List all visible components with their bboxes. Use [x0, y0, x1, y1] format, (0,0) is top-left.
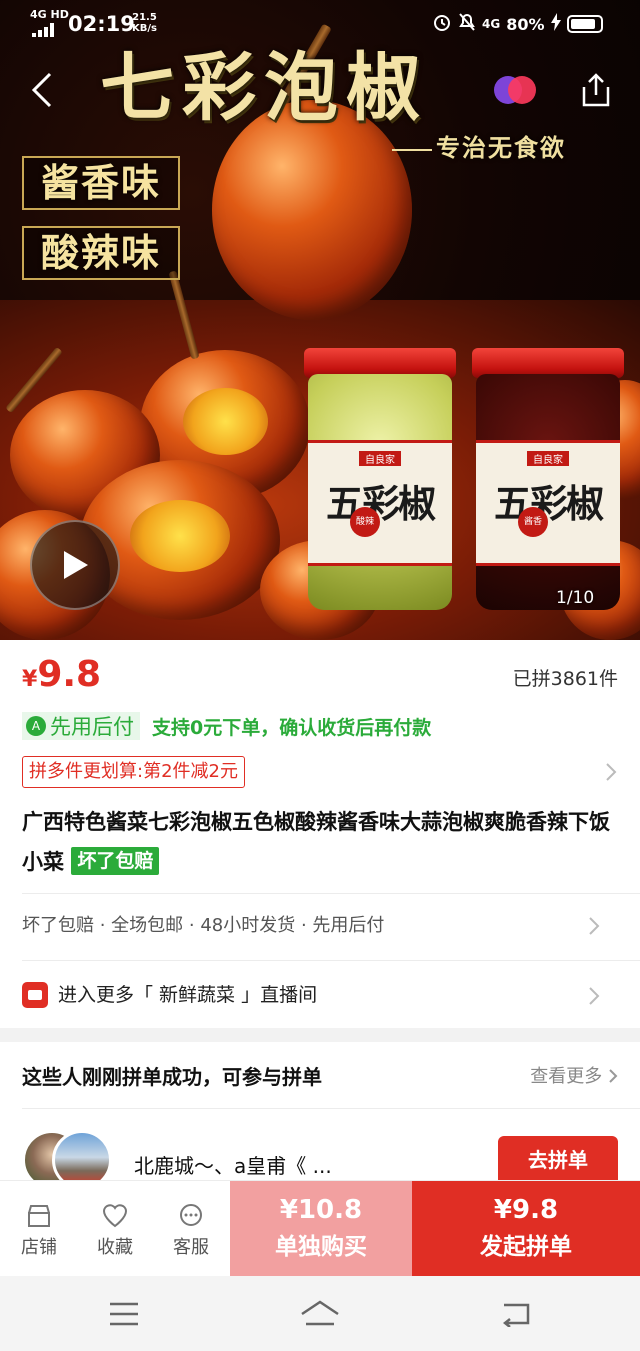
live-room-row[interactable]: 进入更多「 新鲜蔬菜 」直播间 — [22, 980, 618, 1010]
pay-later-label: 先用后付 — [50, 715, 134, 739]
shop-label: 店铺 — [21, 1237, 57, 1258]
favorite-label: 收藏 — [97, 1237, 133, 1258]
buy-alone-label: 单独购买 — [275, 1234, 367, 1260]
price-row: ¥9.8 已拼3861件 — [22, 654, 618, 698]
jar-flavor-stamp: 酸辣 — [350, 507, 380, 537]
return-icon — [502, 1303, 530, 1327]
promo-badge[interactable]: 拼多件更划算:第2件减2元 — [22, 756, 245, 788]
shop-button[interactable]: 店铺 — [2, 1181, 76, 1277]
pay-later-icon: A — [26, 716, 46, 736]
network-type-right: 4G — [482, 17, 501, 31]
brand-logo — [494, 76, 536, 104]
divider — [22, 960, 640, 961]
network-type: 4G HD — [30, 8, 69, 21]
customer-service-label: 客服 — [173, 1237, 209, 1258]
favorite-button[interactable]: 收藏 — [78, 1181, 152, 1277]
home-icon — [301, 1300, 339, 1326]
product-title: 广西特色酱菜七彩泡椒五色椒酸辣酱香味大蒜泡椒爽脆香辣下饭小菜 坏了包赔 — [22, 802, 622, 882]
mute-icon — [458, 12, 476, 36]
divider — [22, 1108, 640, 1109]
heart-icon — [102, 1204, 128, 1228]
guarantee-badge: 坏了包赔 — [71, 847, 160, 875]
play-video-button[interactable] — [30, 520, 120, 610]
menu-button[interactable] — [100, 1294, 148, 1334]
product-image-carousel[interactable]: 自良家 五彩椒 酸辣 自良家 五彩椒 酱香 七彩泡椒 专治无食欲 酱香味 酸辣味… — [0, 0, 640, 640]
back-button[interactable] — [18, 66, 66, 114]
price-currency: ¥ — [22, 667, 38, 692]
network-speed-value: 21.5 — [132, 12, 157, 23]
buy-alone-price: ¥10.8 — [279, 1195, 363, 1225]
status-bar: 4G HD 02:19 21.5 KB/s 4G 80% — [0, 0, 640, 48]
divider — [22, 893, 640, 894]
jar-label: 自良家 五彩椒 酸辣 — [308, 440, 452, 566]
home-button[interactable] — [296, 1294, 344, 1334]
chevron-right-icon — [588, 985, 600, 1015]
share-button[interactable] — [572, 66, 620, 114]
network-speed-unit: KB/s — [132, 23, 157, 34]
return-button[interactable] — [492, 1294, 540, 1334]
join-group-button[interactable]: 去拼单 — [498, 1136, 618, 1184]
price: ¥9.8 — [22, 654, 101, 695]
clock: 02:19 — [68, 12, 135, 36]
image-page-indicator: 1/10 — [556, 588, 595, 608]
chat-icon — [180, 1204, 202, 1226]
jar-brand: 自良家 — [359, 451, 401, 466]
charging-icon — [550, 13, 561, 35]
view-more-link[interactable]: 查看更多 — [530, 1060, 618, 1094]
view-more-label: 查看更多 — [530, 1066, 603, 1087]
live-tv-icon — [22, 982, 48, 1008]
store-icon — [28, 1205, 50, 1227]
chevron-right-icon — [609, 1069, 618, 1083]
group-member-names: 北鹿城～、a皇甫《 ... — [134, 1154, 332, 1178]
live-room-label: 进入更多「 新鲜蔬菜 」直播间 — [58, 984, 318, 1006]
pay-later-row[interactable]: A 先用后付 支持0元下单，确认收货后再付款 — [22, 712, 431, 740]
jar-image-sour-spicy: 自良家 五彩椒 酸辣 — [304, 348, 456, 610]
group-buy-label: 发起拼单 — [480, 1234, 572, 1260]
pay-later-description: 支持0元下单，确认收货后再付款 — [152, 716, 432, 739]
sold-count: 已拼3861件 — [512, 668, 618, 690]
signal-icon — [32, 22, 62, 42]
share-icon — [582, 73, 610, 107]
jar-label: 自良家 五彩椒 酱香 — [476, 440, 620, 566]
alarm-icon — [432, 12, 452, 36]
back-icon — [31, 72, 52, 108]
menu-icon — [110, 1302, 138, 1326]
chevron-right-icon[interactable] — [605, 762, 617, 786]
section-gap — [0, 1028, 640, 1042]
jar-product-name: 五彩椒 — [493, 481, 604, 526]
flavor-label-sauce: 酱香味 — [22, 156, 180, 210]
service-list: 坏了包赔 · 全场包邮 · 48小时发货 · 先用后付 — [22, 915, 385, 936]
bottom-action-bar: 店铺 收藏 客服 ¥10.8 单独购买 ¥9.8 发起拼单 — [0, 1180, 640, 1277]
group-buy-header: 这些人刚刚拼单成功，可参与拼单 查看更多 — [22, 1060, 618, 1094]
battery-icon — [566, 15, 603, 33]
chevron-right-icon — [588, 916, 600, 945]
system-navigation-bar — [0, 1276, 640, 1351]
service-row[interactable]: 坏了包赔 · 全场包邮 · 48小时发货 · 先用后付 — [22, 912, 618, 940]
status-right: 4G 80% — [432, 12, 603, 36]
play-icon — [64, 551, 88, 579]
network-speed: 21.5 KB/s — [132, 12, 157, 34]
jar-flavor-stamp: 酱香 — [518, 507, 548, 537]
price-value: 9.8 — [37, 654, 102, 695]
start-group-buy-button[interactable]: ¥9.8 发起拼单 — [412, 1181, 640, 1277]
group-buy-price: ¥9.8 — [493, 1195, 559, 1225]
hero-slogan: 专治无食欲 — [392, 128, 566, 163]
jar-product-name: 五彩椒 — [325, 481, 436, 526]
battery-percent: 80% — [506, 14, 545, 34]
customer-service-button[interactable]: 客服 — [154, 1181, 228, 1277]
pay-later-tag: A 先用后付 — [22, 712, 140, 740]
jar-brand: 自良家 — [527, 451, 569, 466]
group-buy-heading: 这些人刚刚拼单成功，可参与拼单 — [22, 1065, 322, 1089]
avatar — [52, 1130, 112, 1180]
flavor-label-sour-spicy: 酸辣味 — [22, 226, 180, 280]
buy-alone-button[interactable]: ¥10.8 单独购买 — [230, 1181, 412, 1277]
jar-image-sauce: 自良家 五彩椒 酱香 — [472, 348, 624, 610]
